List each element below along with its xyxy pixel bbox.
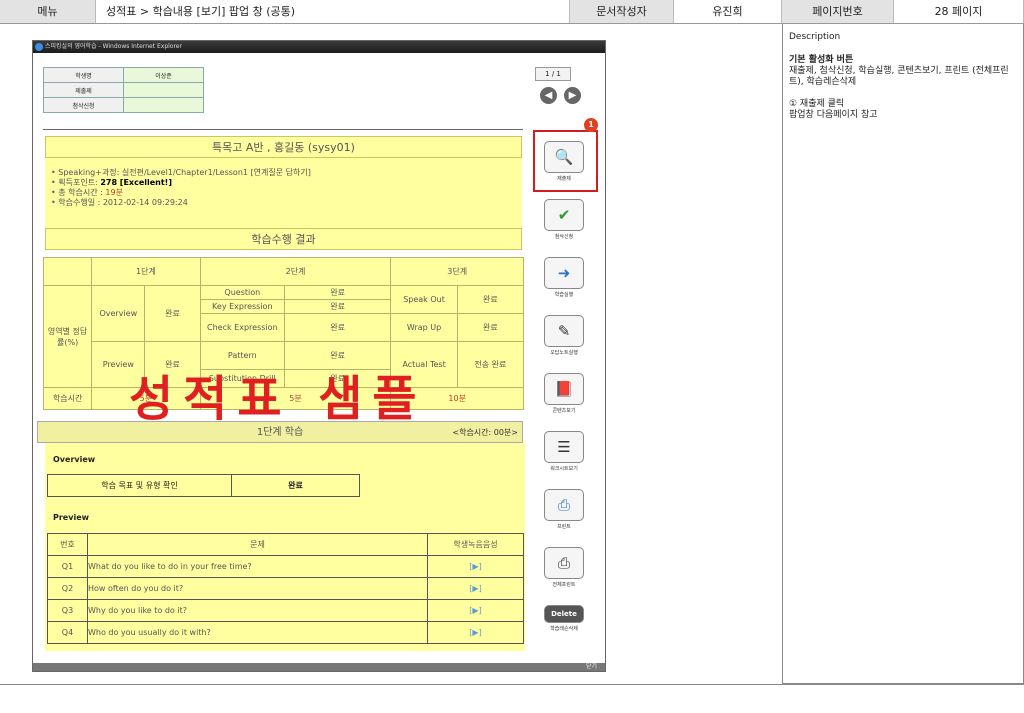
time-row-label: 학습시간 [42, 387, 93, 410]
window-footer: 닫기 [33, 663, 605, 671]
breadcrumb: 성적표 > 학습내용 [보기] 팝업 창 (공통) [96, 0, 570, 23]
monitor-arrow-icon: ➜ [544, 257, 584, 289]
run-lesson-button[interactable]: ➜ 학습실행 [538, 257, 590, 298]
overview-table: 학습 목표 및 유형 확인 완료 [47, 474, 360, 497]
footer-line [0, 684, 1024, 685]
table-row: Q2 How often do you do it? [▶] [47, 577, 524, 600]
correction-value [123, 97, 204, 113]
student-name-value: 이상준 [123, 67, 204, 83]
divider [43, 129, 523, 130]
speak-out-status: 완료 [456, 285, 525, 314]
col-question: 문제 [87, 533, 428, 556]
question-status: 완료 [283, 285, 392, 300]
resubmit-value [123, 82, 204, 98]
time-info: • 총 학습시간 : 19분 [51, 188, 123, 197]
document-icon: ☰ [544, 431, 584, 463]
description-step: ① 재출제 클릭 [789, 99, 845, 109]
browser-icon [35, 43, 43, 51]
view-worksheet-button[interactable]: ☰ 워크시트보기 [538, 431, 590, 472]
row-label: 영역별 정답률(%) [42, 285, 93, 388]
delete-lesson-button[interactable]: Delete 학습레슨삭제 [538, 605, 590, 632]
check-expression-cell: Check Expression [199, 313, 285, 342]
book-icon: 📕 [544, 373, 584, 405]
header-bar: 메뉴 성적표 > 학습내용 [보기] 팝업 창 (공통) 문서작성자 유진희 페… [0, 0, 1024, 24]
overview-task: 학습 목표 및 유형 확인 [47, 474, 232, 497]
correction-request-button[interactable]: ✔ 첨삭신청 [538, 199, 590, 240]
stage2-header: 2단계 [199, 257, 392, 286]
author-name: 유진희 [674, 0, 782, 23]
window-title-bar: 스피킹실의 영어학습 - Windows Internet Explorer [33, 41, 605, 53]
menu-label: 메뉴 [0, 0, 96, 23]
prev-page-icon[interactable]: ◀ [540, 87, 557, 104]
wrap-up-status: 완료 [456, 313, 525, 342]
speak-out-cell: Speak Out [390, 285, 458, 314]
printer-icon: ⎙ [544, 489, 584, 521]
check-expression-status: 완료 [283, 313, 392, 342]
points-info: • 획득포인트: 278 [Excellent!] [51, 178, 172, 187]
date-info: • 학습수행일 : 2012-02-14 09:29:24 [51, 198, 188, 207]
wrap-up-cell: Wrap Up [390, 313, 458, 342]
print-all-button[interactable]: ⎙ 전체프린트 [538, 547, 590, 588]
points-value: 278 [Excellent!] [100, 178, 172, 187]
correction-label: 첨삭신청 [43, 97, 124, 113]
course-info: • Speaking+과정: 실전편/Level1/Chapter1/Lesso… [51, 168, 311, 177]
view-content-button[interactable]: 📕 콘텐츠보기 [538, 373, 590, 414]
delete-icon: Delete [544, 605, 584, 623]
author-label: 문서작성자 [570, 0, 674, 23]
preview-label: Preview [53, 513, 90, 522]
preview-table: 번호 문제 학생녹음음성 Q1 What do you like to do i… [47, 533, 524, 644]
student-info-table: 학생명 이상준 제출제 첨삭신청 [43, 67, 204, 113]
highlight-frame [533, 130, 598, 192]
table-row: Q4 Who do you usually do it with? [▶] [47, 621, 524, 644]
description-panel: Description 기본 활성화 버튼 재출제, 첨삭신청, 학습실행, 콘… [782, 24, 1024, 684]
stage1-content: Overview 학습 목표 및 유형 확인 완료 Preview 번호 문제 … [45, 443, 525, 651]
stage3-header: 3단계 [390, 257, 524, 286]
overview-label: Overview [53, 455, 96, 464]
col-number: 번호 [47, 533, 88, 556]
col-recording: 학생녹음음성 [427, 533, 524, 556]
description-subtitle: 기본 활성화 버튼 [789, 55, 854, 65]
overview-cell: Overview [91, 285, 146, 342]
results-title: 학습수행 결과 [45, 228, 522, 250]
close-link[interactable]: 닫기 [586, 663, 597, 670]
table-row: Q3 Why do you like to do it? [▶] [47, 599, 524, 622]
next-page-icon[interactable]: ▶ [564, 87, 581, 104]
print-button[interactable]: ⎙ 프린트 [538, 489, 590, 530]
student-name-label: 학생명 [43, 67, 124, 83]
key-expression-cell: Key Expression [199, 299, 285, 314]
learning-info: • Speaking+과정: 실전편/Level1/Chapter1/Lesso… [45, 158, 522, 228]
play-button[interactable]: [▶] [427, 555, 524, 578]
description-text: 재출제, 첨삭신청, 학습실행, 콘텐츠보기, 프린트 (전체프린트), 학습레… [789, 66, 1009, 87]
time-value: 19분 [105, 188, 123, 197]
print-all-icon: ⎙ [544, 547, 584, 579]
page-label: 페이지번호 [782, 0, 894, 23]
resubmit-label: 제출제 [43, 82, 124, 98]
page-value: 28 페이지 [894, 0, 1024, 23]
shield-check-icon: ✔ [544, 199, 584, 231]
description-title: Description [789, 32, 841, 42]
page-indicator: 1 / 1 [535, 67, 571, 81]
stage1-header: 1단계 [91, 257, 201, 286]
play-button[interactable]: [▶] [427, 577, 524, 600]
sample-watermark: 성적표 샘플 [129, 371, 427, 427]
window-title: 스피킹실의 영어학습 - Windows Internet Explorer [45, 43, 182, 50]
key-expression-status: 완료 [283, 299, 392, 314]
checklist-icon: ✎ [544, 315, 584, 347]
wrong-answer-note-button[interactable]: ✎ 오답노트실행 [538, 315, 590, 356]
play-button[interactable]: [▶] [427, 621, 524, 644]
question-cell: Question [199, 285, 285, 300]
actual-test-status: 전송 완료 [456, 341, 525, 388]
step-badge: 1 [584, 118, 598, 132]
overview-task-status: 완료 [231, 474, 360, 497]
play-button[interactable]: [▶] [427, 599, 524, 622]
description-note: 팝업창 다음페이지 참고 [789, 110, 878, 120]
popup-window: 스피킹실의 영어학습 - Windows Internet Explorer 학… [32, 40, 606, 672]
table-row: Q1 What do you like to do in your free t… [47, 555, 524, 578]
overview-status: 완료 [144, 285, 201, 342]
class-banner: 특목고 A반 , 홍길동 (sysy01) [45, 136, 522, 158]
stage1-time: <학습시간: 00분> [452, 428, 518, 437]
